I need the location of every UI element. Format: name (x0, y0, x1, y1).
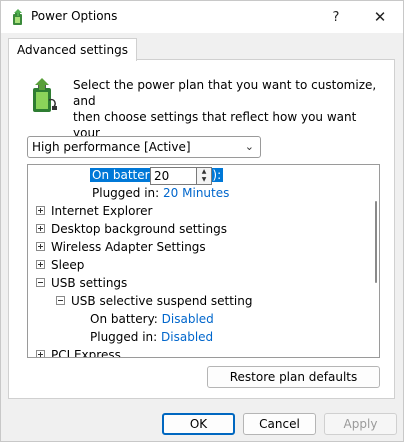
tab-advanced-settings[interactable]: Advanced settings (8, 38, 137, 61)
expand-icon[interactable] (36, 242, 45, 251)
on-battery-label: On battery: (90, 312, 158, 326)
restore-plan-defaults-button[interactable]: Restore plan defaults (207, 366, 380, 388)
expand-icon[interactable] (36, 206, 45, 215)
cancel-button[interactable]: Cancel (243, 413, 316, 435)
tree-item-label: Wireless Adapter Settings (51, 240, 206, 254)
tree-item-label: Internet Explorer (51, 204, 153, 218)
close-button[interactable]: ✕ (357, 1, 403, 33)
collapse-icon[interactable] (36, 278, 45, 287)
apply-button[interactable]: Apply (324, 413, 397, 435)
title-bar: Power Options ? ✕ (1, 1, 403, 33)
power-options-icon (13, 9, 22, 25)
tree-item-label: Sleep (51, 258, 85, 272)
collapse-icon[interactable] (56, 296, 65, 305)
tree-row-usb-on-battery[interactable]: On battery: Disabled (90, 310, 214, 328)
plugged-in-label: Plugged in: (90, 330, 158, 344)
power-options-window: Power Options ? ✕ Advanced settings Sele… (0, 0, 404, 442)
tree-item-wireless-adapter[interactable]: Wireless Adapter Settings (36, 238, 206, 256)
tree-item-desktop-background[interactable]: Desktop background settings (36, 220, 227, 238)
window-title: Power Options (31, 9, 118, 23)
expand-icon[interactable] (36, 350, 45, 357)
ok-button[interactable]: OK (162, 413, 235, 435)
tree-item-label: USB selective suspend setting (71, 294, 253, 308)
power-plan-dropdown[interactable]: High performance [Active] ⌄ (27, 136, 261, 158)
tree-row-plugged-in-minutes[interactable]: Plugged in: 20 Minutes (92, 184, 229, 202)
usb-plugged-in-value[interactable]: Disabled (161, 330, 213, 344)
tree-item-pci-express[interactable]: PCI Express (36, 346, 121, 358)
tree-row-usb-plugged-in[interactable]: Plugged in: Disabled (90, 328, 213, 346)
chevron-down-icon: ⌄ (244, 140, 254, 153)
tree-item-usb-settings[interactable]: USB settings (36, 274, 127, 292)
tree-item-label: PCI Express (51, 348, 121, 358)
help-button[interactable]: ? (313, 1, 359, 33)
on-battery-minutes-input[interactable]: 20 (150, 167, 198, 185)
battery-plan-icon (33, 78, 57, 112)
plugged-in-label: Plugged in: (92, 186, 160, 200)
expand-icon[interactable] (36, 224, 45, 233)
tree-item-label: USB settings (51, 276, 128, 290)
settings-tree[interactable]: On battery (Minutes): 20 ▲ ▼ Plugged in:… (27, 164, 380, 358)
minutes-spinner[interactable]: ▲ ▼ (196, 167, 212, 185)
spin-down-icon[interactable]: ▼ (197, 176, 211, 184)
usb-on-battery-value[interactable]: Disabled (162, 312, 214, 326)
plugged-in-minutes-value[interactable]: 20 Minutes (163, 186, 229, 200)
tree-scrollbar[interactable] (371, 165, 379, 357)
intro-line-1: Select the power plan that you want to c… (73, 78, 377, 108)
tree-item-sleep[interactable]: Sleep (36, 256, 84, 274)
scrollbar-thumb[interactable] (375, 201, 377, 283)
tree-item-label: Desktop background settings (51, 222, 227, 236)
expand-icon[interactable] (36, 260, 45, 269)
tree-item-internet-explorer[interactable]: Internet Explorer (36, 202, 152, 220)
spin-up-icon[interactable]: ▲ (197, 168, 211, 176)
tree-item-usb-selective-suspend[interactable]: USB selective suspend setting (56, 292, 252, 310)
advanced-settings-panel: Select the power plan that you want to c… (8, 59, 395, 399)
power-plan-value: High performance [Active] (32, 140, 191, 154)
